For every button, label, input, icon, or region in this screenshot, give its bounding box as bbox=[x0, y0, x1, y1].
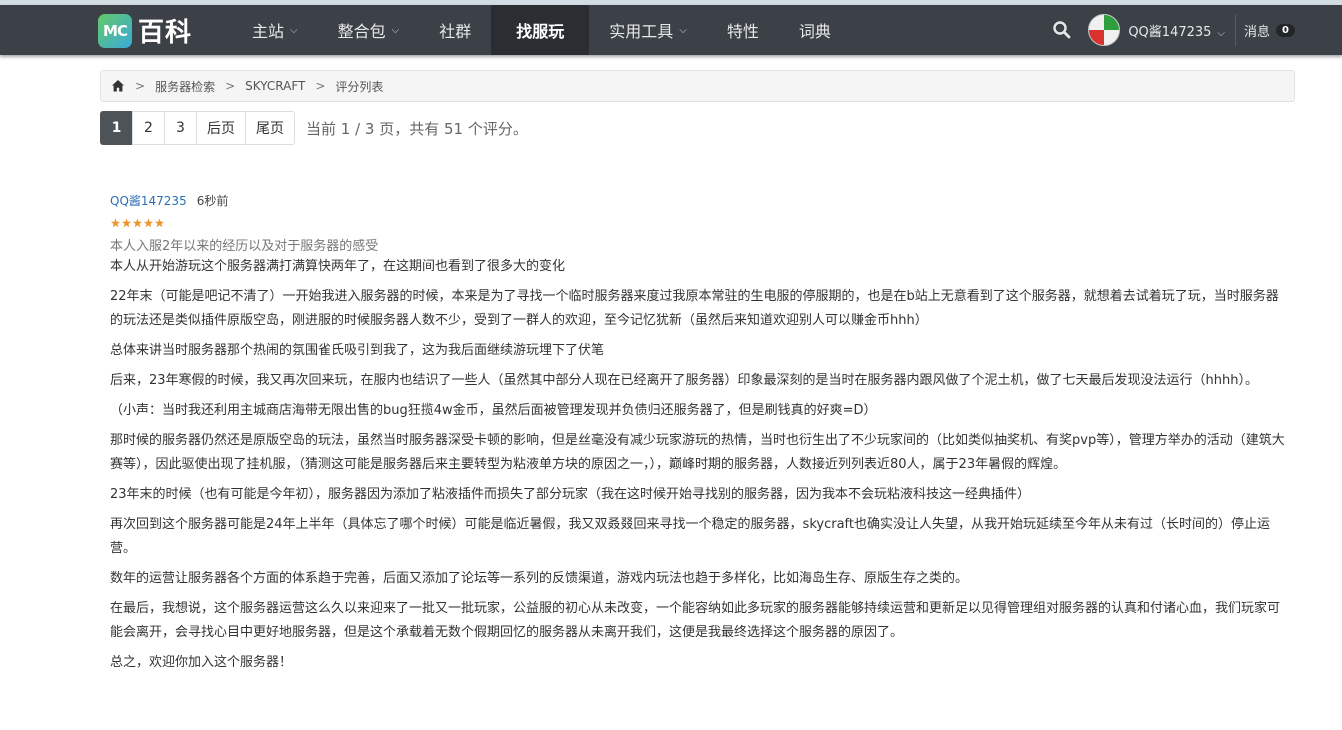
nav-item-3[interactable]: 找服玩 bbox=[491, 5, 590, 55]
review-paragraph: 本人从开始游玩这个服务器满打满算快两年了，在这期间也看到了很多大的变化 bbox=[110, 259, 566, 274]
nav-item-label: 特性 bbox=[726, 22, 759, 41]
star-icon bbox=[132, 218, 143, 228]
review-header: QQ酱147235 6秒前 bbox=[110, 192, 1290, 209]
nav-item-label: 词典 bbox=[798, 22, 831, 41]
nav-item-label: 社群 bbox=[439, 22, 472, 41]
next-page-button[interactable]: 后页 bbox=[196, 111, 246, 145]
page-buttons: 1 2 3 后页 尾页 bbox=[100, 111, 295, 145]
main-nav: 主站 ⌵ 整合包 ⌵ 社群 找服玩 实用工具 ⌵ 特性 词典 bbox=[232, 5, 851, 55]
review-paragraph: 23年末的时候（也有可能是今年初），服务器因为添加了粘液插件而损失了部分玩家（我… bbox=[110, 487, 1031, 502]
page-2-button[interactable]: 2 bbox=[132, 111, 165, 145]
logo-text: 百科 bbox=[138, 18, 193, 48]
star-icon bbox=[121, 218, 132, 228]
review-paragraph: 总体来讲当时服务器那个热闹的氛围雀氏吸引到我了，这为我后面继续游玩埋下了伏笔 bbox=[110, 343, 605, 358]
review-body: 本人从开始游玩这个服务器满打满算快两年了，在这期间也看到了很多大的变化 22年末（… bbox=[110, 255, 1290, 675]
user-name: QQ酱147235 bbox=[1128, 24, 1212, 40]
review-card: QQ酱147235 6秒前 本人入服2年以来的经历以及对于服务器的感受 本人从开… bbox=[110, 192, 1290, 681]
star-icon bbox=[110, 218, 121, 228]
nav-item-1[interactable]: 整合包 ⌵ bbox=[318, 5, 420, 55]
nav-item-0[interactable]: 主站 ⌵ bbox=[232, 5, 318, 55]
review-paragraph: 22年末（可能是吧记不清了）一开始我进入服务器的时候，本来是为了寻找一个临时服务… bbox=[110, 289, 1279, 328]
review-paragraph: 在最后，我想说，这个服务器运营这么久以来迎来了一批又一批玩家，公益服的初心从未改… bbox=[110, 601, 1281, 640]
home-icon[interactable] bbox=[111, 79, 125, 93]
review-time: 6秒前 bbox=[196, 194, 229, 208]
messages-button[interactable]: 消息 0 bbox=[1244, 21, 1295, 40]
breadcrumb-separator: > bbox=[135, 79, 146, 93]
nav-item-5[interactable]: 特性 bbox=[707, 5, 779, 55]
chevron-down-icon: ⌵ bbox=[290, 24, 298, 36]
logo-badge: MC bbox=[98, 13, 132, 48]
review-author[interactable]: QQ酱147235 bbox=[110, 192, 187, 209]
breadcrumb-server-search[interactable]: 服务器检索 bbox=[155, 78, 215, 95]
avatar[interactable] bbox=[1088, 14, 1121, 46]
messages-count-badge: 0 bbox=[1276, 23, 1295, 37]
breadcrumb: > 服务器检索 > SKYCRAFT > 评分列表 bbox=[100, 70, 1295, 102]
breadcrumb-separator: > bbox=[225, 79, 236, 93]
chevron-down-icon: ⌵ bbox=[1217, 27, 1226, 39]
nav-divider bbox=[1235, 14, 1237, 46]
nav-item-label: 主站 bbox=[252, 22, 285, 41]
review-paragraph: 那时候的服务器仍然还是原版空岛的玩法，虽然当时服务器深受卡顿的影响，但是丝毫没有… bbox=[110, 433, 1285, 472]
nav-right: QQ酱147235 ⌵ 消息 0 bbox=[1052, 5, 1295, 55]
review-paragraph: （小声：当时我还利用主城商店海带无限出售的bug狂揽4w金币，虽然后面被管理发现… bbox=[110, 403, 877, 418]
chevron-down-icon: ⌵ bbox=[679, 24, 687, 36]
pagination-info: 当前 1 / 3 页，共有 51 个评分。 bbox=[306, 119, 528, 138]
pagination: 1 2 3 后页 尾页 当前 1 / 3 页，共有 51 个评分。 bbox=[100, 111, 528, 145]
site-logo[interactable]: MC 百科 bbox=[98, 12, 192, 49]
review-paragraph: 再次回到这个服务器可能是24年上半年（具体忘了哪个时候）可能是临近暑假，我又双叒… bbox=[110, 517, 1270, 556]
nav-item-4[interactable]: 实用工具 ⌵ bbox=[589, 5, 707, 55]
nav-item-label: 整合包 bbox=[337, 22, 386, 41]
breadcrumb-separator: > bbox=[315, 79, 326, 93]
search-icon[interactable] bbox=[1052, 20, 1072, 40]
chevron-down-icon: ⌵ bbox=[391, 24, 400, 36]
page-3-button[interactable]: 3 bbox=[164, 111, 197, 145]
rating-stars bbox=[110, 218, 1290, 228]
navbar: MC 百科 主站 ⌵ 整合包 ⌵ 社群 找服玩 实用工具 ⌵ 特性 词典 QQ酱147235 ⌵ 消… bbox=[0, 5, 1342, 55]
nav-item-label: 实用工具 bbox=[609, 22, 674, 41]
review-paragraph: 总之，欢迎你加入这个服务器！ bbox=[110, 655, 293, 670]
review-title: 本人入服2年以来的经历以及对于服务器的感受 bbox=[110, 239, 379, 254]
nav-item-2[interactable]: 社群 bbox=[419, 5, 491, 55]
user-menu[interactable]: QQ酱147235 ⌵ bbox=[1128, 21, 1225, 40]
review-paragraph: 后来，23年寒假的时候，我又再次回来玩，在服内也结识了一些人（虽然其中部分人现在… bbox=[110, 373, 1259, 388]
nav-item-6[interactable]: 词典 bbox=[779, 5, 851, 55]
breadcrumb-server-skycraft[interactable]: SKYCRAFT bbox=[245, 79, 305, 93]
messages-label: 消息 bbox=[1244, 24, 1271, 40]
nav-item-label: 找服玩 bbox=[516, 22, 565, 41]
review-paragraph: 数年的运营让服务器各个方面的体系趋于完善，后面又添加了论坛等一系列的反馈渠道，游… bbox=[110, 571, 969, 586]
breadcrumb-rating-list: 评分列表 bbox=[335, 79, 384, 94]
star-icon bbox=[154, 218, 165, 228]
last-page-button[interactable]: 尾页 bbox=[245, 111, 295, 145]
page-1-button[interactable]: 1 bbox=[100, 111, 133, 145]
star-icon bbox=[143, 218, 154, 228]
